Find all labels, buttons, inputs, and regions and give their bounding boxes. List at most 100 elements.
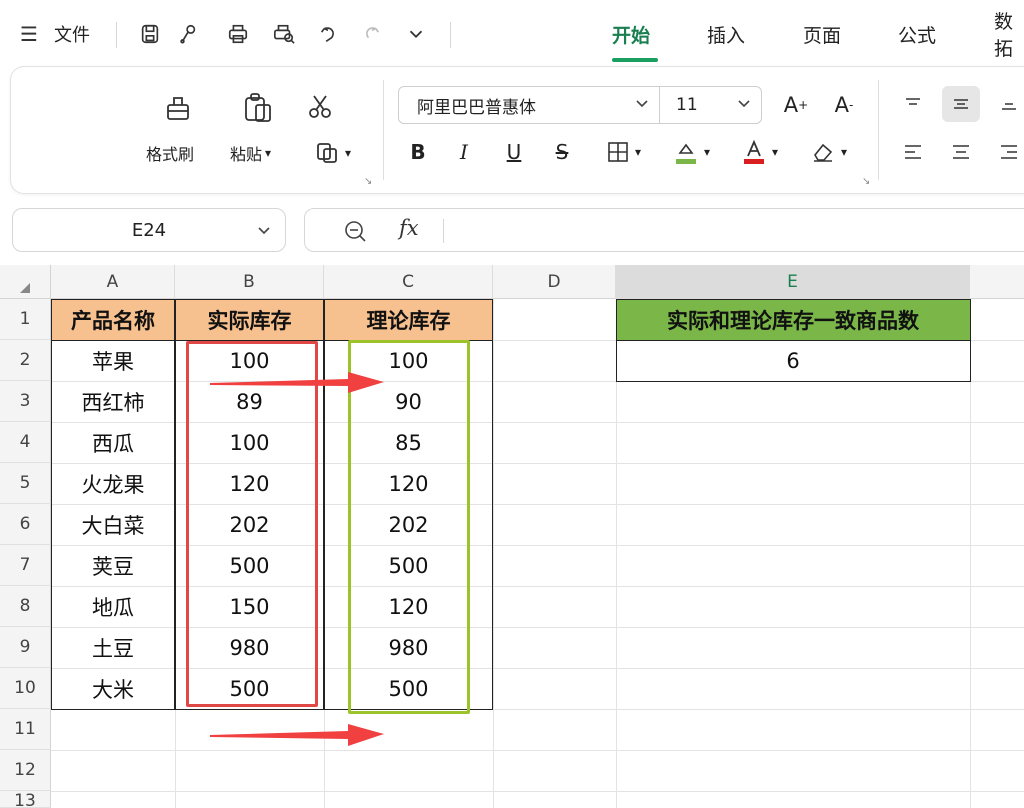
row-header-10[interactable]: 10: [0, 668, 51, 709]
cell-a9[interactable]: 土豆: [51, 627, 175, 668]
chevron-down-icon: [636, 100, 648, 108]
row-header-9[interactable]: 9: [0, 627, 51, 668]
undo-icon[interactable]: [312, 18, 344, 50]
cell-c1[interactable]: 理论库存: [324, 299, 493, 340]
font-color-button[interactable]: ▾: [732, 136, 788, 168]
clear-format-button[interactable]: ▾: [802, 136, 856, 168]
divider: [383, 80, 384, 180]
tab-insert[interactable]: 插入: [707, 18, 745, 50]
row-header-8[interactable]: 8: [0, 586, 51, 627]
divider: [443, 219, 444, 243]
chevron-down-icon: ▾: [265, 146, 272, 160]
row-header-11[interactable]: 11: [0, 709, 51, 750]
chevron-down-icon: ▾: [771, 145, 779, 159]
file-menu[interactable]: 文件: [48, 18, 96, 50]
tab-formula[interactable]: 公式: [898, 18, 936, 50]
cell-a4[interactable]: 西瓜: [51, 422, 175, 463]
active-tab-indicator: [612, 58, 658, 62]
align-left-button[interactable]: [894, 134, 932, 170]
align-middle-icon: [954, 99, 968, 109]
align-bottom-button[interactable]: [990, 86, 1024, 122]
decrease-font-icon: A: [834, 93, 850, 117]
column-header-c[interactable]: C: [324, 265, 493, 299]
row-header-13[interactable]: 13: [0, 791, 51, 808]
paste-icon[interactable]: [238, 88, 278, 128]
more-dropdown-icon[interactable]: [400, 18, 432, 50]
row-header-2[interactable]: 2: [0, 340, 51, 381]
gridline: [493, 299, 494, 808]
fill-color-icon: [675, 143, 696, 164]
gridline: [970, 299, 971, 808]
row-header-7[interactable]: 7: [0, 545, 51, 586]
print-preview-icon[interactable]: [268, 18, 300, 50]
arrow-right-icon: [210, 724, 384, 746]
column-header-b[interactable]: B: [175, 265, 324, 299]
cell-a10[interactable]: 大米: [51, 668, 175, 709]
cut-icon[interactable]: [302, 90, 338, 122]
cell-reference: E24: [131, 219, 167, 241]
row-header-12[interactable]: 12: [0, 750, 51, 791]
format-painter-button[interactable]: 格式刷: [146, 142, 194, 164]
tab-page[interactable]: 页面: [803, 18, 841, 50]
paste-button[interactable]: 粘贴 ▾: [230, 142, 271, 164]
cell-a7[interactable]: 荚豆: [51, 545, 175, 586]
gridline: [51, 750, 1024, 751]
tab-home[interactable]: 开始: [612, 18, 650, 50]
link-icon[interactable]: [172, 18, 204, 50]
row-header-1[interactable]: 1: [0, 299, 51, 340]
strikethrough-button[interactable]: S: [548, 136, 576, 168]
paste-label: 粘贴: [230, 145, 263, 164]
insert-function-button[interactable]: fx: [399, 216, 419, 240]
row-header-5[interactable]: 5: [0, 463, 51, 504]
redo-icon[interactable]: [356, 18, 388, 50]
borders-icon: [608, 142, 628, 162]
column-header-d[interactable]: D: [493, 265, 616, 299]
cell-a8[interactable]: 地瓜: [51, 586, 175, 627]
align-right-button[interactable]: [990, 134, 1024, 170]
zoom-icon[interactable]: [343, 219, 367, 243]
tab-data[interactable]: 数拓: [994, 11, 1024, 60]
underline-button[interactable]: U: [500, 136, 528, 168]
column-header-f[interactable]: [970, 265, 1024, 299]
row-header-3[interactable]: 3: [0, 381, 51, 422]
cell-a2[interactable]: 苹果: [51, 340, 175, 381]
column-header-a[interactable]: A: [51, 265, 175, 299]
format-painter-icon[interactable]: [160, 90, 196, 126]
chevron-down-icon: ▾: [344, 146, 352, 160]
italic-button[interactable]: I: [450, 136, 478, 168]
cell-a5[interactable]: 火龙果: [51, 463, 175, 504]
align-center-button[interactable]: [942, 134, 980, 170]
column-header-e[interactable]: E: [616, 265, 970, 299]
increase-font-button[interactable]: A +: [780, 88, 812, 122]
font-name-select[interactable]: 阿里巴巴普惠体: [398, 86, 660, 124]
divider: [450, 22, 451, 48]
dialog-launcher-icon[interactable]: ↘: [364, 176, 372, 187]
table-border: [174, 299, 176, 710]
save-icon[interactable]: [134, 18, 166, 50]
align-middle-button[interactable]: [942, 86, 980, 122]
dialog-launcher-icon[interactable]: ↘: [862, 176, 870, 187]
name-box[interactable]: E24: [12, 208, 286, 252]
gridline: [51, 709, 1024, 710]
align-top-button[interactable]: [894, 86, 932, 122]
cell-a6[interactable]: 大白菜: [51, 504, 175, 545]
row-header-6[interactable]: 6: [0, 504, 51, 545]
select-all-icon: [20, 283, 30, 293]
print-icon[interactable]: [222, 18, 254, 50]
font-size-select[interactable]: 11: [660, 86, 762, 124]
cell-e1[interactable]: 实际和理论库存一致商品数: [616, 299, 970, 340]
bold-button[interactable]: B: [404, 136, 432, 168]
increase-font-icon: A: [783, 93, 799, 117]
fill-color-button[interactable]: ▾: [664, 136, 720, 168]
font-name-value: 阿里巴巴普惠体: [417, 97, 536, 118]
cell-a3[interactable]: 西红柿: [51, 381, 175, 422]
select-all-corner[interactable]: [0, 265, 51, 299]
cell-a1[interactable]: 产品名称: [51, 299, 175, 340]
row-header-4[interactable]: 4: [0, 422, 51, 463]
decrease-font-button[interactable]: A-: [828, 88, 860, 122]
hamburger-menu-icon[interactable]: ☰: [18, 18, 40, 50]
cell-e2[interactable]: 6: [616, 340, 970, 381]
cell-b1[interactable]: 实际库存: [175, 299, 324, 340]
copy-button[interactable]: ▾: [306, 138, 360, 168]
borders-button[interactable]: ▾: [596, 136, 652, 168]
